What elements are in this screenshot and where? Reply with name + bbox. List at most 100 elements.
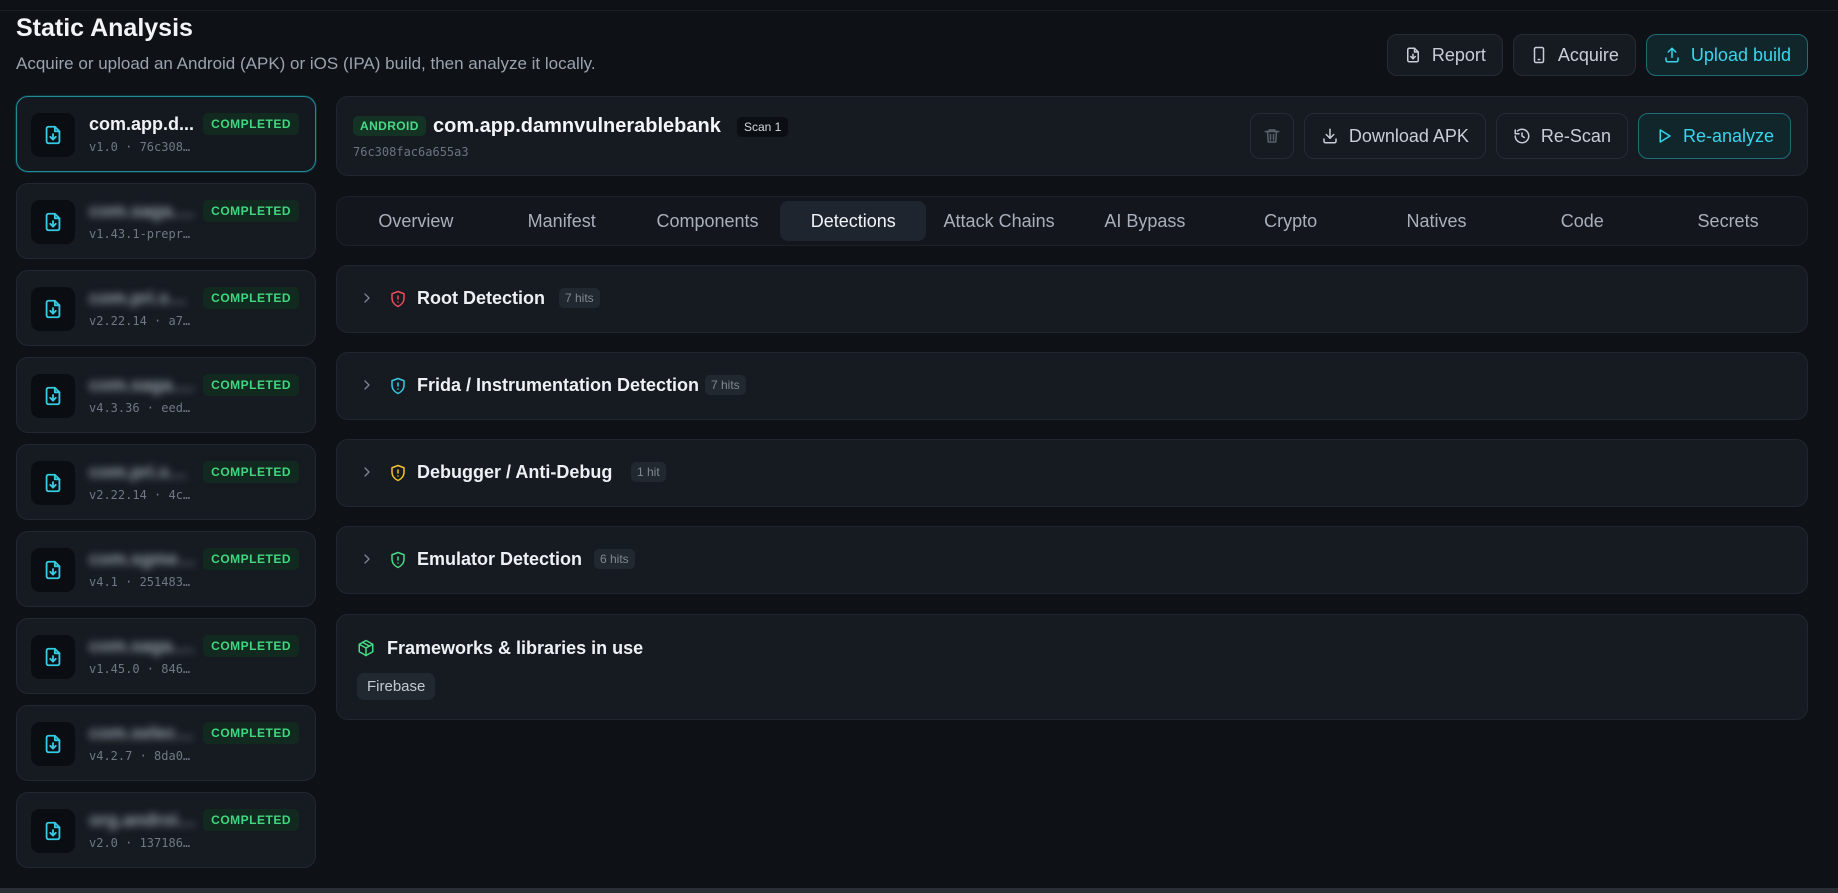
status-badge: COMPLETED — [203, 374, 299, 396]
tab-code[interactable]: Code — [1509, 201, 1655, 241]
build-meta: v2.0 · 137186… — [89, 836, 191, 850]
build-card[interactable]: com.app.d... v1.0 · 76c308… COMPLETED — [16, 96, 316, 172]
build-card[interactable]: com.pri.sp… v2.22.14 · 4c… COMPLETED — [16, 444, 316, 520]
status-badge: COMPLETED — [203, 113, 299, 135]
chevron-right-icon — [364, 380, 370, 390]
apk-file-icon — [45, 212, 61, 232]
apk-file-icon — [45, 821, 61, 841]
frameworks-panel: Frameworks & libraries in use Firebase — [336, 614, 1808, 720]
detection-panel-emulator[interactable]: Emulator Detection 6 hits — [336, 526, 1808, 594]
frameworks-title: Frameworks & libraries in use — [387, 638, 644, 658]
tab-components[interactable]: Components — [635, 201, 781, 241]
status-badge: COMPLETED — [203, 809, 299, 831]
delete-button[interactable] — [1249, 113, 1294, 159]
build-meta: v2.22.14 · 4c… — [89, 488, 191, 502]
build-card[interactable]: com.saga.… v4.3.36 · eed… COMPLETED — [16, 357, 316, 433]
acquire-button[interactable]: Acquire — [1512, 34, 1636, 76]
package-name: com.app.damnvulnerablebank — [433, 115, 721, 137]
hits-badge: 7 hits — [559, 288, 600, 308]
top-divider — [0, 10, 1838, 11]
report-button[interactable]: Report — [1386, 34, 1503, 76]
shield-check-icon — [391, 551, 405, 569]
apk-file-icon — [45, 299, 61, 319]
detection-title: Debugger / Anti-Debug — [417, 462, 613, 482]
build-meta: v4.3.36 · eed… — [89, 401, 191, 415]
build-file-icon-box — [31, 287, 75, 331]
apk-file-icon — [45, 125, 61, 145]
package-icon — [358, 639, 374, 657]
build-card[interactable]: com.pri.sp… v2.22.14 · a7… COMPLETED — [16, 270, 316, 346]
build-name: com.saga.… — [89, 375, 196, 395]
tab-overview[interactable]: Overview — [343, 201, 489, 241]
shield-alert-icon — [391, 464, 405, 482]
detection-panel-frida[interactable]: Frida / Instrumentation Detection 7 hits — [336, 352, 1808, 420]
framework-chip: Firebase — [357, 673, 436, 700]
apk-file-icon — [45, 386, 61, 406]
chevron-right-icon — [364, 293, 370, 303]
shield-alert-icon — [391, 377, 405, 395]
hits-badge: 6 hits — [594, 549, 635, 569]
app-actions: Download APK Re-Scan Re-analyze — [1249, 113, 1791, 159]
hits-badge: 1 hit — [631, 462, 666, 482]
bottom-scrollbar — [0, 888, 1838, 893]
tab-detections[interactable]: Detections — [780, 201, 927, 241]
build-name: com.select… — [89, 723, 197, 743]
platform-badge: ANDROID — [353, 116, 426, 136]
build-file-icon-box — [31, 635, 75, 679]
download-icon — [1323, 128, 1337, 144]
app-header-card: ANDROID com.app.damnvulnerablebank Scan … — [336, 96, 1808, 176]
build-file-icon-box — [31, 722, 75, 766]
build-file-icon-box — [31, 113, 75, 157]
reanalyze-button[interactable]: Re-analyze — [1637, 113, 1791, 159]
build-file-icon-box — [31, 374, 75, 418]
download-apk-button[interactable]: Download APK — [1303, 113, 1486, 159]
tab-crypto[interactable]: Crypto — [1218, 201, 1364, 241]
build-card[interactable]: com.saga.r… v1.43.1-prepr… COMPLETED — [16, 183, 316, 259]
apk-file-icon — [45, 647, 61, 667]
upload-build-button[interactable]: Upload build — [1645, 34, 1808, 76]
upload-build-button-label: Upload build — [1690, 44, 1791, 65]
build-name: com.saga.r… — [89, 201, 197, 221]
build-meta: v1.43.1-prepr… — [89, 227, 191, 241]
download-apk-label: Download APK — [1348, 125, 1469, 146]
detection-panel-debugger[interactable]: Debugger / Anti-Debug 1 hit — [336, 439, 1808, 507]
tab-manifest[interactable]: Manifest — [489, 201, 635, 241]
apk-file-icon — [45, 734, 61, 754]
rescan-label: Re-Scan — [1540, 125, 1611, 146]
page-title: Static Analysis — [16, 14, 193, 42]
file-download-icon — [1406, 47, 1419, 63]
build-card[interactable]: com.saga.h… v1.45.0 · 846… COMPLETED — [16, 618, 316, 694]
chevron-right-icon — [364, 554, 370, 564]
rescan-button[interactable]: Re-Scan — [1495, 113, 1628, 159]
detection-panel-root[interactable]: Root Detection 7 hits — [336, 265, 1808, 333]
tab-attack-chains[interactable]: Attack Chains — [926, 201, 1072, 241]
build-name: com.pri.sp… — [89, 462, 197, 482]
status-badge: COMPLETED — [203, 200, 299, 222]
acquire-button-label: Acquire — [1557, 44, 1619, 65]
tab-secrets[interactable]: Secrets — [1655, 201, 1801, 241]
build-file-icon-box — [31, 809, 75, 853]
detection-title: Frida / Instrumentation Detection — [417, 375, 700, 395]
build-meta: v2.22.14 · a7… — [89, 314, 191, 328]
build-card[interactable]: com.select… v4.2.7 · 8da0… COMPLETED — [16, 705, 316, 781]
apk-file-icon — [45, 473, 61, 493]
status-badge: COMPLETED — [203, 287, 299, 309]
status-badge: COMPLETED — [203, 548, 299, 570]
tab-natives[interactable]: Natives — [1364, 201, 1510, 241]
build-card[interactable]: com.sgmen… v4.1 · 251483… COMPLETED — [16, 531, 316, 607]
shield-alert-icon — [391, 290, 405, 308]
tab-ai-bypass[interactable]: AI Bypass — [1072, 201, 1218, 241]
build-meta: v1.45.0 · 846… — [89, 662, 191, 676]
page-subtitle: Acquire or upload an Android (APK) or iO… — [16, 54, 596, 73]
reanalyze-label: Re-analyze — [1682, 125, 1774, 146]
hits-badge: 7 hits — [705, 375, 746, 395]
apk-file-icon — [45, 560, 61, 580]
build-meta: v4.2.7 · 8da0… — [89, 749, 191, 763]
build-name: com.saga.h… — [89, 636, 197, 656]
build-meta: v4.1 · 251483… — [89, 575, 191, 589]
build-name: com.app.d... — [89, 114, 195, 134]
detection-title: Root Detection — [417, 288, 545, 308]
trash-icon — [1264, 129, 1280, 143]
build-card[interactable]: org.androi… v2.0 · 137186… COMPLETED — [16, 792, 316, 868]
chevron-right-icon — [364, 467, 370, 477]
